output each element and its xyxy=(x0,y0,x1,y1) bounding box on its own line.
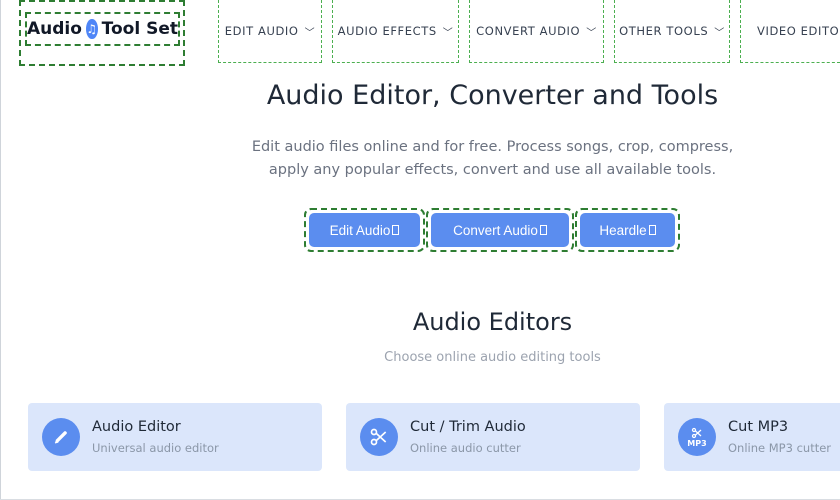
section-title: Audio Editors xyxy=(412,308,573,336)
card-description: Universal audio editor xyxy=(92,441,219,455)
button-label: Edit Audio xyxy=(329,222,391,238)
chevron-down-icon: ﹀ xyxy=(586,27,597,39)
convert-audio-button-outline: Convert Audio xyxy=(426,208,574,252)
edit-audio-button-outline: Edit Audio xyxy=(304,208,425,252)
card-description: Online audio cutter xyxy=(410,441,521,455)
tool-card-audio-editor[interactable]: Audio Editor Universal audio editor xyxy=(28,403,322,471)
nav-edit-audio[interactable]: EDIT AUDIO ﹀ xyxy=(218,0,322,63)
site-logo[interactable]: Audio ♫ Tool Set xyxy=(19,0,185,66)
nav-convert-audio[interactable]: CONVERT AUDIO ﹀ xyxy=(469,0,604,63)
card-title: Cut / Trim Audio xyxy=(410,419,526,435)
heardle-button-outline: Heardle xyxy=(575,208,680,252)
edit-audio-button[interactable]: Edit Audio xyxy=(309,213,420,247)
logo-text-toolset: Tool Set xyxy=(101,19,178,39)
card-title: Cut MP3 xyxy=(728,419,789,435)
pencil-icon xyxy=(42,418,80,456)
convert-audio-button[interactable]: Convert Audio xyxy=(431,213,569,247)
nav-label: OTHER TOOLS xyxy=(619,24,709,38)
hero-description: Edit audio files online and for free. Pr… xyxy=(251,139,734,178)
card-description: Online MP3 cutter xyxy=(728,441,832,455)
tool-card-cut-mp3[interactable]: MP3 Cut MP3 Online MP3 cutter xyxy=(664,403,840,471)
nav-other-tools[interactable]: OTHER TOOLS ﹀ xyxy=(614,0,730,63)
mp3-badge: MP3 xyxy=(687,438,707,448)
scissors-mp3-icon: MP3 xyxy=(678,418,716,456)
nav-video-editor[interactable]: VIDEO EDITOR xyxy=(740,0,840,63)
chevron-down-icon: ﹀ xyxy=(714,27,725,39)
button-label: Heardle xyxy=(599,222,647,238)
glyph-icon xyxy=(648,225,656,235)
left-border xyxy=(0,0,1,500)
glyph-icon xyxy=(392,225,400,235)
chevron-down-icon: ﹀ xyxy=(442,27,454,39)
nav-label: EDIT AUDIO xyxy=(224,24,299,38)
card-title: Audio Editor xyxy=(92,419,181,435)
music-note-icon: ♫ xyxy=(85,19,98,39)
button-label: Convert Audio xyxy=(453,222,538,238)
tool-card-cut-trim-audio[interactable]: Cut / Trim Audio Online audio cutter xyxy=(346,403,640,471)
nav-audio-effects[interactable]: AUDIO EFFECTS ﹀ xyxy=(332,0,459,63)
section-subtitle: Choose online audio editing tools xyxy=(384,350,601,365)
logo-text-audio: Audio xyxy=(27,19,82,39)
chevron-down-icon: ﹀ xyxy=(304,27,316,39)
nav-label: CONVERT AUDIO xyxy=(476,24,581,38)
nav-label: AUDIO EFFECTS xyxy=(337,24,437,38)
page-title: Audio Editor, Converter and Tools xyxy=(266,80,719,111)
nav-label: VIDEO EDITOR xyxy=(757,24,840,38)
logo-wordmark: Audio ♫ Tool Set xyxy=(25,12,180,46)
heardle-button[interactable]: Heardle xyxy=(580,213,675,247)
glyph-icon xyxy=(539,225,547,235)
scissors-icon xyxy=(360,418,398,456)
